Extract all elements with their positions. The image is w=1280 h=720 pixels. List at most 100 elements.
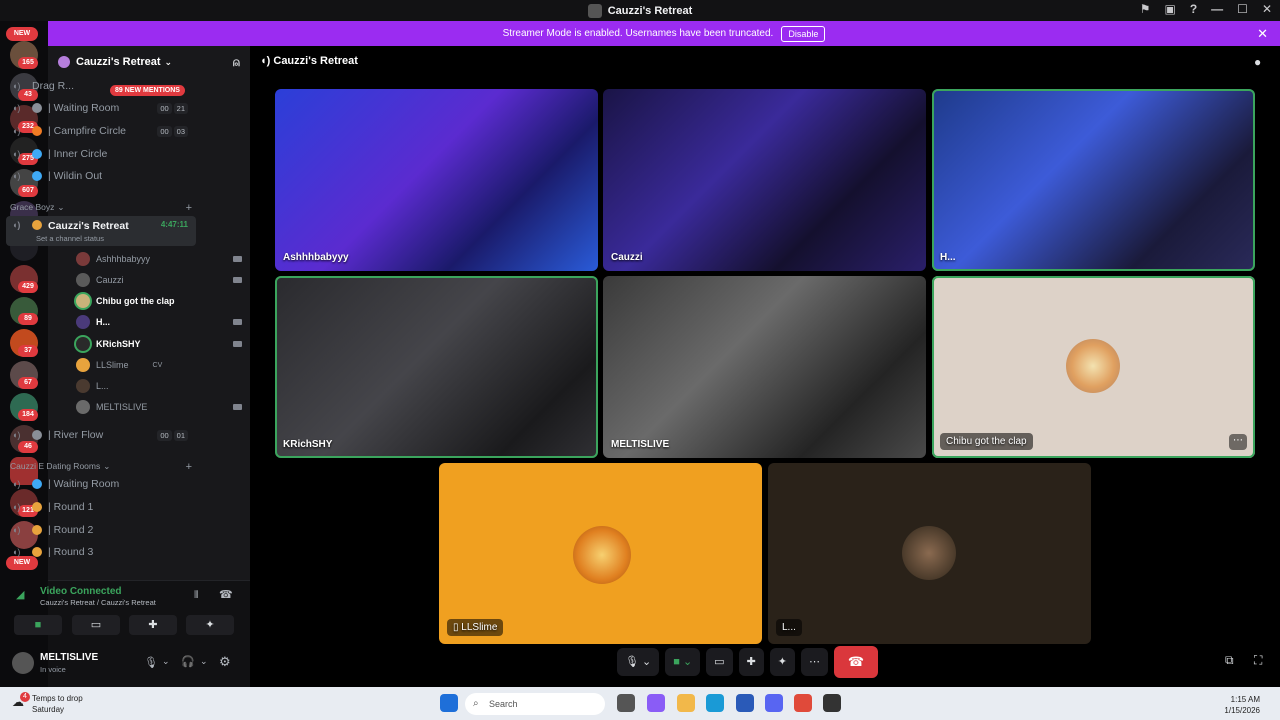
channel-item[interactable]: ◖) | Round 2	[6, 520, 196, 540]
chat-icon[interactable]: ●	[1254, 55, 1261, 69]
channel-item-active[interactable]: ◖) Cauzzi's Retreat 4:47:11 Set a channel s…	[6, 216, 196, 246]
guild-header[interactable]: Cauzzi's Retreat ⌄ ⍝	[48, 46, 250, 78]
headset-icon[interactable]: 🎧	[181, 655, 195, 668]
maximize-button[interactable]: ☐	[1237, 2, 1248, 16]
channel-item[interactable]: ◖) | Wildin Out	[6, 166, 196, 186]
activities-button[interactable]: ✚	[129, 615, 177, 635]
minimize-button[interactable]: —	[1211, 2, 1223, 16]
clock[interactable]: 1:15 AM 1/15/2026	[1224, 694, 1260, 716]
speaker-icon: ◖)	[12, 81, 21, 91]
voice-member[interactable]: MELTISLIVE	[76, 398, 242, 416]
tile-name-pill: ▯ LLSlime	[447, 619, 504, 636]
channel-label: | Campfire Circle	[48, 125, 126, 137]
file-explorer-icon[interactable]	[677, 694, 695, 712]
channel-item[interactable]: ◖) | Inner Circle	[6, 144, 196, 164]
fullscreen-icon[interactable]: ⛶	[1254, 653, 1262, 668]
activities-button[interactable]: ✚	[738, 648, 764, 676]
video-tile[interactable]: Ashhhbabyyy	[275, 89, 598, 271]
more-options-button[interactable]: ⋯	[801, 648, 829, 676]
channel-item[interactable]: ◖) | Waiting Room 00 21	[6, 98, 196, 118]
start-icon[interactable]	[440, 694, 458, 712]
chevron-down-icon[interactable]: ⌄	[200, 656, 208, 667]
category-header[interactable]: Cauzzi E Dating Rooms ⌄ +	[10, 461, 192, 473]
server-badge: 37	[18, 345, 38, 357]
mentions-badge[interactable]: 89 NEW MENTIONS	[110, 85, 185, 96]
disconnect-icon[interactable]: ☎	[219, 588, 233, 601]
voice-member[interactable]: H...	[76, 313, 242, 331]
channel-label: | Inner Circle	[48, 148, 108, 160]
search-input[interactable]: ⌕ Search	[465, 693, 605, 715]
popout-icon[interactable]: ⧉	[1225, 653, 1234, 668]
voice-status[interactable]: Video Connected	[40, 586, 122, 597]
channel-item[interactable]: ◖) | River Flow 00 01	[6, 425, 196, 445]
channel-item[interactable]: ◖) | Round 3	[6, 542, 196, 562]
more-options-icon[interactable]: ⋯	[1229, 434, 1247, 450]
invite-icon[interactable]: ⍝	[233, 55, 240, 70]
video-tile[interactable]: Cauzzi	[603, 89, 926, 271]
channel-item[interactable]: ◖) | Waiting Room	[6, 474, 196, 494]
add-channel-icon[interactable]: +	[186, 202, 192, 214]
new-pill[interactable]: NEW	[6, 27, 38, 41]
category-header[interactable]: Grace Boyz ⌄ +	[10, 202, 192, 214]
voice-member[interactable]: KRichSHY	[76, 335, 242, 353]
inbox-icon[interactable]: ⚑	[1140, 2, 1151, 16]
user-name[interactable]: MELTISLIVE	[40, 652, 98, 663]
chrome-icon[interactable]	[794, 694, 812, 712]
screen-share-button[interactable]: ▭	[72, 615, 120, 635]
task-view-icon[interactable]	[617, 694, 635, 712]
member-name: LLSlime	[96, 360, 129, 370]
banner-text: Streamer Mode is enabled. Usernames have…	[502, 28, 774, 39]
video-tile-no-camera[interactable]: L...	[768, 463, 1091, 644]
video-tile[interactable]: H...	[932, 89, 1255, 271]
camera-toggle-button[interactable]: ■	[14, 615, 62, 635]
disable-button[interactable]: Disable	[781, 25, 826, 42]
window-controls: ⚑ ▣ ? — ☐ ✕	[1140, 2, 1272, 16]
settings-icon[interactable]: ⚙	[219, 654, 231, 670]
weather-widget[interactable]: Temps to drop Saturday	[32, 693, 83, 715]
mic-icon[interactable]: 🎙	[144, 656, 158, 669]
soundboard-button[interactable]: ✦	[186, 615, 234, 635]
voice-member[interactable]: L...	[76, 377, 242, 395]
edge-icon[interactable]	[706, 694, 724, 712]
video-tile[interactable]: KRichSHY	[275, 276, 598, 458]
avatar	[76, 252, 90, 266]
camera-toggle-button[interactable]: ■ ⌄	[665, 648, 701, 676]
avatar	[76, 273, 90, 287]
channel-timer: 4:47:11	[160, 220, 188, 229]
copilot-icon[interactable]	[647, 694, 665, 712]
camera-icon	[233, 319, 242, 325]
screen-share-button[interactable]: ▭	[706, 648, 733, 676]
voice-member[interactable]: Chibu got the clap	[76, 292, 242, 310]
voice-member[interactable]: Cauzzi	[76, 271, 242, 289]
voice-member[interactable]: LLSlime CV	[76, 356, 242, 374]
server-badge: 607	[18, 185, 38, 197]
add-channel-icon[interactable]: +	[186, 461, 192, 473]
screen-icon[interactable]: ▣	[1164, 2, 1175, 16]
soundboard-button[interactable]: ✦	[769, 648, 796, 676]
noise-suppression-icon[interactable]: ⦀	[194, 590, 198, 601]
app-icon[interactable]	[823, 694, 841, 712]
close-window-button[interactable]: ✕	[1262, 2, 1272, 16]
store-icon[interactable]	[736, 694, 754, 712]
voice-channel-path[interactable]: Cauzzi's Retreat / Cauzzi's Retreat	[40, 598, 156, 607]
server-badge: 184	[18, 409, 38, 421]
avatar[interactable]	[12, 652, 34, 674]
voice-member[interactable]: Ashhhbabyyy	[76, 250, 242, 268]
help-icon[interactable]: ?	[1190, 2, 1197, 16]
mic-toggle-button[interactable]: 🎙 ⌄	[617, 648, 660, 676]
video-tile[interactable]: MELTISLIVE	[603, 276, 926, 458]
channel-item[interactable]: ◖) | Round 1	[6, 497, 196, 517]
channel-item[interactable]: ◖) | Campfire Circle 00 03	[6, 121, 196, 141]
signal-icon[interactable]: ◢	[16, 588, 24, 601]
member-name: KRichSHY	[96, 339, 141, 349]
channel-status[interactable]: Set a channel status	[36, 234, 104, 243]
avatar	[573, 526, 631, 584]
video-tile-no-camera[interactable]: Chibu got the clap ⋯	[932, 276, 1255, 458]
discord-icon[interactable]	[765, 694, 783, 712]
chevron-down-icon[interactable]: ⌄	[162, 656, 170, 667]
speaker-icon: ◖)	[12, 103, 21, 113]
streamer-mode-banner: Streamer Mode is enabled. Usernames have…	[48, 21, 1280, 46]
hang-up-button[interactable]: ☎	[834, 646, 879, 678]
video-tile-no-camera[interactable]: ▯ LLSlime	[439, 463, 762, 644]
close-icon[interactable]: ✕	[1257, 26, 1268, 42]
